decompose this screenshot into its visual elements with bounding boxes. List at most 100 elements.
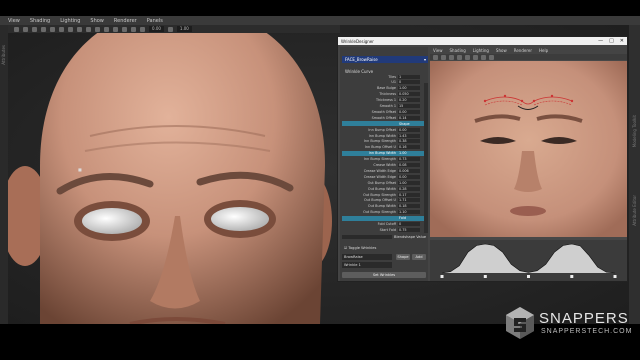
attribute-row[interactable]: Thickness 0.050	[342, 92, 424, 97]
attribute-value[interactable]: 0.16	[398, 145, 420, 150]
combo-shape[interactable]: BrowRaise	[342, 254, 392, 260]
texture-icon[interactable]	[457, 54, 462, 60]
safe-action-icon[interactable]	[113, 26, 118, 32]
set-wrinkles-button[interactable]: Set Wrinkles	[342, 272, 426, 278]
attribute-value[interactable]: 0.18	[398, 204, 420, 209]
menu-shading[interactable]: Shading	[30, 18, 50, 24]
window-titlebar[interactable]: WrinkleDesigner — □ ✕	[338, 37, 627, 45]
attribute-row[interactable]: Smooth 1 15	[342, 104, 424, 109]
attribute-row[interactable]: Smooth Offset 0.14	[342, 115, 424, 120]
rp-menu-show[interactable]: Show	[496, 48, 507, 53]
attribute-value[interactable]: 0.73	[398, 157, 420, 162]
wrinkle-designer-window[interactable]: WrinkleDesigner — □ ✕ FACE_BrowRaise ▾ Wr…	[337, 36, 628, 282]
attribute-value[interactable]: 0.75	[398, 227, 420, 232]
attribute-row[interactable]: Out Bump Strength 1.10	[342, 210, 424, 215]
menu-lighting[interactable]: Lighting	[60, 18, 80, 24]
shape-button[interactable]: Shape	[396, 254, 410, 260]
gamma-icon[interactable]	[167, 26, 173, 32]
antialias-icon[interactable]	[131, 26, 136, 32]
attribute-value[interactable]: Shape	[398, 122, 420, 126]
attribute-value[interactable]: 1.00	[398, 86, 420, 91]
attribute-row[interactable]: Base Bulge 1.00	[342, 86, 424, 91]
strip-label[interactable]: Attributes	[1, 45, 6, 65]
close-icon[interactable]: ✕	[620, 38, 624, 44]
shadow-icon[interactable]	[68, 26, 73, 32]
attribute-row[interactable]: Inn Bump Strength 0.73	[342, 157, 424, 162]
attribute-row[interactable]: Crease Width Edge 0.00	[342, 174, 424, 179]
attribute-row[interactable]: Out Bump Offset U 1.71	[342, 198, 424, 203]
menu-show[interactable]: Show	[90, 18, 104, 24]
attribute-value[interactable]: 0.28	[398, 186, 420, 191]
attribute-value[interactable]: 0	[398, 222, 420, 226]
rp-menu-renderer[interactable]: Renderer	[514, 48, 532, 53]
attribute-row[interactable]: Inn Bump Width 1.43	[342, 133, 424, 138]
minimize-icon[interactable]: —	[598, 38, 603, 44]
xray-icon[interactable]	[77, 26, 82, 32]
gamma-field[interactable]: 1.00	[176, 26, 192, 32]
attribute-value[interactable]: Fold	[398, 216, 420, 220]
attribute-row[interactable]: Tiles 1	[342, 74, 424, 79]
attribute-row[interactable]: Inn Bump Offset 0.00	[342, 127, 424, 132]
shape-dropdown[interactable]: FACE_BrowRaise ▾	[342, 56, 428, 63]
attribute-value[interactable]: 15	[398, 104, 420, 108]
rp-menu-help[interactable]: Help	[539, 48, 548, 53]
attribute-row[interactable]: U1 0	[342, 80, 424, 85]
attribute-value[interactable]: 1.71	[398, 198, 420, 203]
falloff-curve-editor[interactable]	[430, 240, 627, 281]
frame-icon[interactable]	[489, 54, 494, 60]
isolate-icon[interactable]	[481, 54, 486, 60]
attribute-row[interactable]: Start Fold 0.75	[342, 227, 424, 232]
attribute-row[interactable]: Shape	[342, 121, 424, 127]
menu-panels[interactable]: Panels	[147, 18, 163, 24]
attribute-value[interactable]: 0.006	[398, 168, 420, 173]
attribute-value[interactable]: 1	[398, 74, 420, 79]
light-icon[interactable]	[465, 54, 470, 60]
exposure-field[interactable]: 0.00	[149, 26, 164, 32]
attribute-value[interactable]: 0.17	[398, 192, 420, 197]
attribute-value[interactable]: 0	[398, 80, 420, 85]
shaded-icon[interactable]	[41, 26, 46, 32]
attribute-row[interactable]: Fold	[342, 215, 424, 221]
light-icon[interactable]	[59, 26, 64, 32]
attribute-editor-tab[interactable]: Attribute Editor	[632, 195, 637, 226]
toggle-wrinkles-checkbox[interactable]: ☑ Toggle Wrinkles	[344, 246, 376, 250]
maximize-icon[interactable]: □	[609, 38, 614, 44]
texture-icon[interactable]	[50, 26, 55, 32]
menu-renderer[interactable]: Renderer	[114, 18, 137, 24]
ambient-occlusion-icon[interactable]	[140, 26, 145, 32]
combo-wrinkle[interactable]: Wrinkle 1	[342, 262, 392, 268]
attribute-row[interactable]: Thickness 1 0.20	[342, 98, 424, 103]
add-button[interactable]: Add	[412, 254, 426, 260]
attribute-row[interactable]: Smooth Offset 0.00	[342, 109, 424, 114]
attribute-row[interactable]: Crease Width Edge 0.006	[342, 168, 424, 173]
attribute-row[interactable]: Crease Width 0.08	[342, 163, 424, 168]
rp-menu-shading[interactable]: Shading	[450, 48, 466, 53]
blendshape-slider[interactable]	[342, 235, 392, 239]
attribute-row[interactable]: Inn Bump Offset U 0.16	[342, 145, 424, 150]
camera-icon[interactable]	[433, 54, 438, 60]
attribute-row[interactable]: Fold Cutoff 0	[342, 222, 424, 227]
attribute-row[interactable]: Inn Bump Width 1.00	[342, 150, 424, 156]
attribute-value[interactable]: 0.20	[398, 98, 420, 103]
wireframe-icon[interactable]	[32, 26, 37, 32]
xray-icon[interactable]	[473, 54, 478, 60]
menu-view[interactable]: View	[8, 18, 20, 24]
shaded-icon[interactable]	[449, 54, 454, 60]
isolate-icon[interactable]	[86, 26, 91, 32]
attribute-value[interactable]: 0.08	[398, 163, 420, 167]
rp-menu-lighting[interactable]: Lighting	[473, 48, 489, 53]
rp-menu-view[interactable]: View	[433, 48, 443, 53]
attribute-value[interactable]: 1.00	[398, 151, 420, 155]
attribute-value[interactable]: 1.00	[398, 180, 420, 185]
attribute-value[interactable]: 0.00	[398, 174, 420, 179]
scrollbar[interactable]	[424, 83, 428, 233]
attribute-value[interactable]: 0.00	[398, 127, 420, 132]
resolution-gate-icon[interactable]	[95, 26, 100, 32]
motion-blur-icon[interactable]	[122, 26, 127, 32]
modeling-toolkit-tab[interactable]: Modeling Toolkit	[632, 115, 637, 147]
attribute-value[interactable]: 0.38	[398, 139, 420, 144]
attribute-value[interactable]: 0.00	[398, 109, 420, 114]
attribute-row[interactable]: Out Bump Offset 1.00	[342, 180, 424, 185]
attribute-row[interactable]: Out Bump Strength 0.17	[342, 192, 424, 197]
attribute-value[interactable]: 1.43	[398, 133, 420, 138]
